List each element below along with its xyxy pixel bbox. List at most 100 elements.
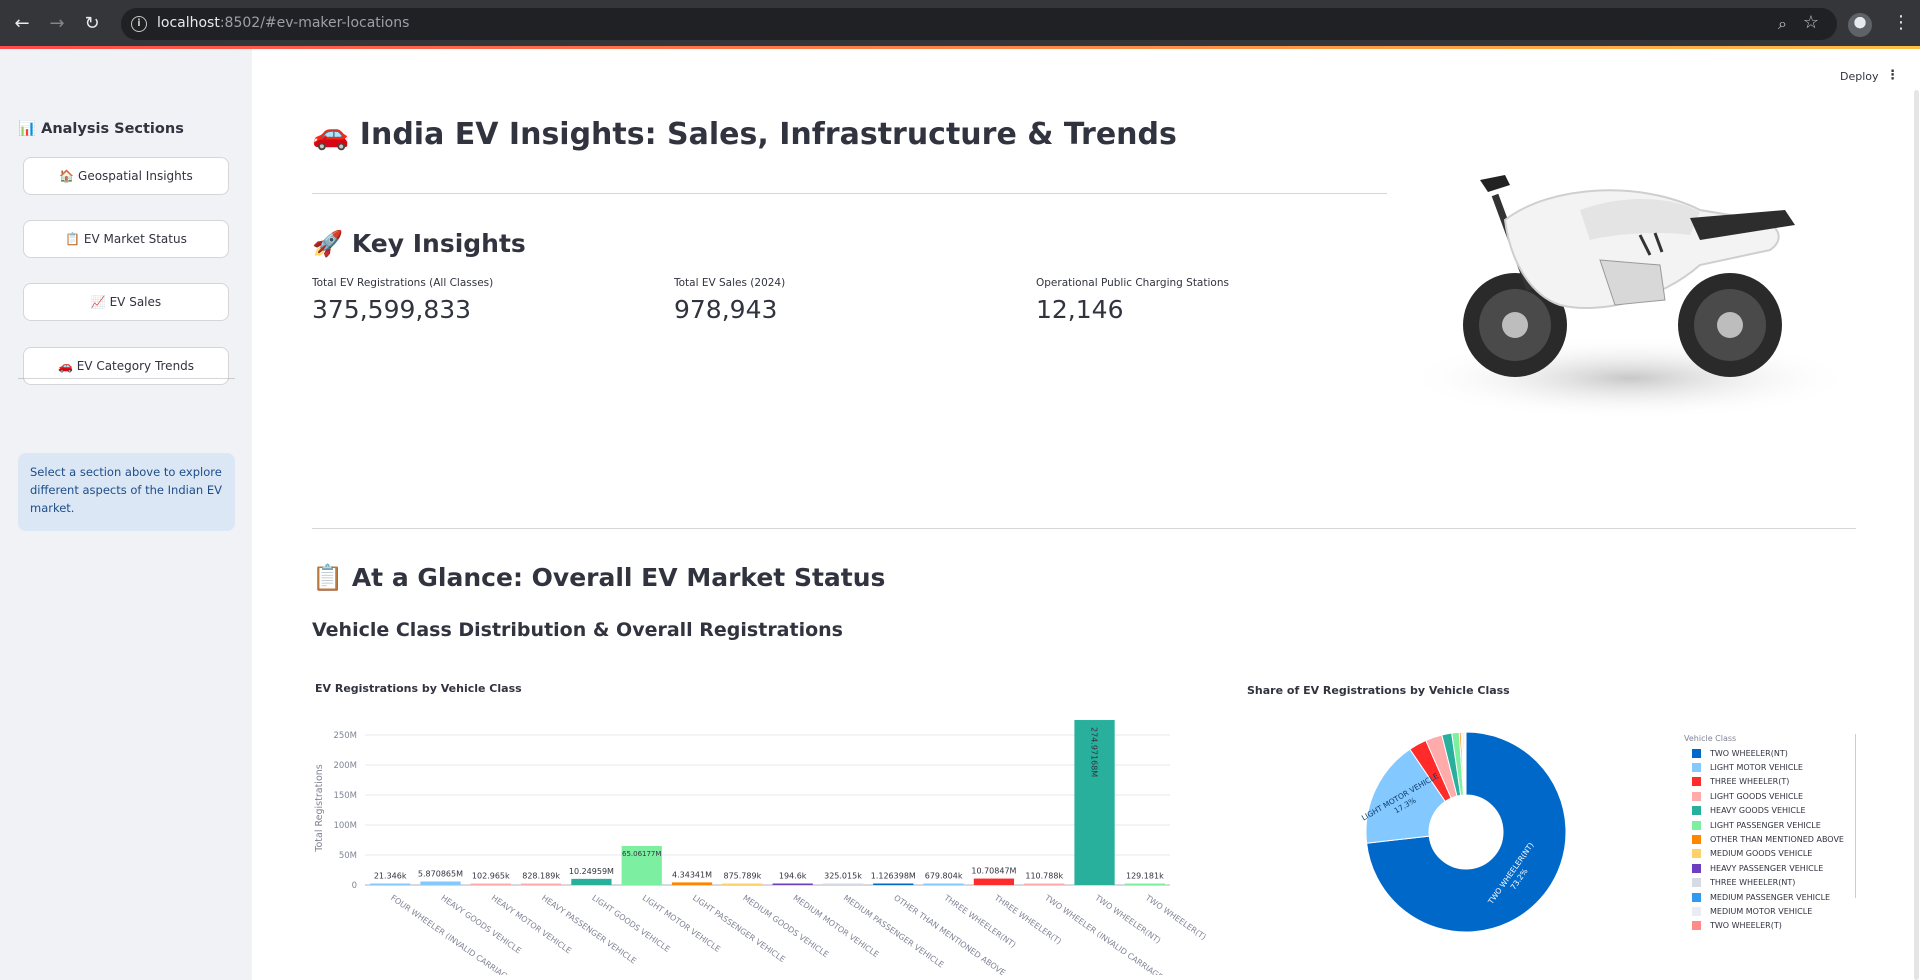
donut-chart[interactable]: TWO WHEELER(NT)73.2%LIGHT MOTOR VEHICLE1… — [1350, 720, 1590, 960]
y-axis-label: Total Registrations — [314, 764, 325, 852]
bar-data-label: 679.804k — [925, 872, 963, 881]
metric-label: Total EV Sales (2024) — [674, 277, 785, 289]
bar-data-label: 10.24959M — [569, 867, 614, 876]
legend-swatch — [1692, 893, 1701, 902]
legend-label: HEAVY GOODS VEHICLE — [1710, 806, 1806, 815]
y-tick-label: 100M — [333, 821, 357, 831]
sidebar: 📊 Analysis Sections 🏠 Geospatial Insight… — [0, 49, 252, 980]
bar-data-label: 10.70847M — [971, 867, 1016, 876]
title-divider — [312, 193, 1387, 194]
zoom-icon[interactable]: ⌕ — [1778, 14, 1787, 34]
x-tick-label: HEAVY PASSENGER VEHICLE — [540, 893, 638, 965]
bar-data-label: 1.126398M — [871, 872, 916, 881]
legend-label: LIGHT GOODS VEHICLE — [1710, 792, 1803, 801]
legend-item[interactable]: THREE WHEELER(T) — [1684, 775, 1855, 789]
legend-label: MEDIUM PASSENGER VEHICLE — [1710, 893, 1830, 902]
legend-item[interactable]: MEDIUM PASSENGER VEHICLE — [1684, 890, 1855, 904]
legend-item[interactable]: TWO WHEELER(NT) — [1684, 746, 1855, 760]
bar[interactable] — [672, 882, 712, 885]
x-tick-label: MEDIUM PASSENGER VEHICLE — [842, 893, 946, 969]
bar-data-label: 65.06177M — [622, 850, 661, 858]
legend-item[interactable]: LIGHT GOODS VEHICLE — [1684, 789, 1855, 803]
legend-swatch — [1692, 792, 1701, 801]
bar[interactable] — [571, 879, 611, 885]
bar[interactable] — [923, 884, 963, 886]
browser-toolbar: ← → ↻ i localhost:8502/#ev-maker-locatio… — [0, 0, 1920, 49]
bar[interactable] — [873, 884, 913, 886]
address-bar[interactable]: i localhost:8502/#ev-maker-locations ⌕ ☆ — [121, 8, 1837, 40]
x-tick-label: MEDIUM MOTOR VEHICLE — [792, 893, 881, 959]
key-insights-heading: 🚀 Key Insights — [312, 229, 526, 259]
forward-icon[interactable]: → — [45, 12, 69, 36]
legend-swatch — [1692, 806, 1701, 815]
legend-item[interactable]: TWO WHEELER(T) — [1684, 919, 1855, 933]
bar[interactable] — [823, 884, 863, 886]
legend-item[interactable]: OTHER THAN MENTIONED ABOVE — [1684, 832, 1855, 846]
legend-title: Vehicle Class — [1684, 734, 1855, 743]
bar-chart[interactable]: Total Registrations 050M100M150M200M250M… — [310, 720, 1250, 975]
geospatial-insights-button[interactable]: 🏠 Geospatial Insights — [23, 157, 229, 195]
bar[interactable] — [1024, 884, 1064, 886]
main-menu-icon[interactable]: ⋮ — [1886, 68, 1899, 83]
bar[interactable] — [521, 884, 561, 886]
bar[interactable] — [1125, 884, 1165, 886]
bar-data-label: 828.189k — [522, 872, 560, 881]
x-tick-label: HEAVY GOODS VEHICLE — [439, 893, 522, 955]
bar[interactable] — [471, 884, 511, 886]
ev-category-trends-button[interactable]: 🚗 EV Category Trends — [23, 347, 229, 385]
vehicle-class-subheading: Vehicle Class Distribution & Overall Reg… — [312, 619, 843, 641]
bar[interactable] — [420, 881, 460, 885]
metric-total-sales: Total EV Sales (2024) 978,943 — [674, 277, 785, 324]
deploy-button[interactable]: Deploy — [1840, 70, 1879, 83]
metric-charging-stations: Operational Public Charging Stations 12,… — [1036, 277, 1229, 324]
bookmark-star-icon[interactable]: ☆ — [1803, 12, 1819, 33]
site-info-icon[interactable]: i — [131, 16, 147, 32]
reload-icon[interactable]: ↻ — [80, 12, 104, 36]
ev-market-status-button[interactable]: 📋 EV Market Status — [23, 220, 229, 258]
bar-data-label: 5.870865M — [418, 869, 463, 878]
legend-swatch — [1692, 749, 1701, 758]
back-icon[interactable]: ← — [10, 12, 34, 36]
bar[interactable] — [974, 879, 1014, 885]
bar[interactable] — [722, 884, 762, 886]
metric-label: Operational Public Charging Stations — [1036, 277, 1229, 289]
y-tick-label: 0 — [352, 881, 357, 891]
sidebar-divider — [18, 378, 235, 379]
metric-value: 978,943 — [674, 295, 785, 324]
metric-total-registrations: Total EV Registrations (All Classes) 375… — [312, 277, 493, 324]
metric-value: 375,599,833 — [312, 295, 493, 324]
bar-data-label: 274.97168M — [1090, 727, 1099, 777]
bar[interactable] — [773, 884, 813, 886]
legend-swatch — [1692, 907, 1701, 916]
metric-value: 12,146 — [1036, 295, 1229, 324]
bar-data-label: 875.789k — [723, 872, 761, 881]
legend-label: LIGHT MOTOR VEHICLE — [1710, 763, 1803, 772]
sidebar-info-box: Select a section above to explore differ… — [18, 453, 235, 531]
legend-item[interactable]: MEDIUM MOTOR VEHICLE — [1684, 904, 1855, 918]
legend-item[interactable]: HEAVY PASSENGER VEHICLE — [1684, 861, 1855, 875]
url-text[interactable]: localhost:8502/#ev-maker-locations — [157, 15, 409, 31]
legend-item[interactable]: THREE WHEELER(NT) — [1684, 876, 1855, 890]
browser-menu-icon[interactable]: ⋮ — [1892, 12, 1910, 33]
bar-chart-title: EV Registrations by Vehicle Class — [315, 682, 522, 695]
legend-swatch — [1692, 864, 1701, 873]
legend-label: HEAVY PASSENGER VEHICLE — [1710, 864, 1823, 873]
bar-data-label: 194.6k — [779, 872, 807, 881]
legend-item[interactable]: HEAVY GOODS VEHICLE — [1684, 804, 1855, 818]
sidebar-title: 📊 Analysis Sections — [18, 120, 184, 137]
legend-label: LIGHT PASSENGER VEHICLE — [1710, 821, 1821, 830]
legend-item[interactable]: LIGHT MOTOR VEHICLE — [1684, 760, 1855, 774]
legend-swatch — [1692, 821, 1701, 830]
legend-item[interactable]: LIGHT PASSENGER VEHICLE — [1684, 818, 1855, 832]
pie-chart-title: Share of EV Registrations by Vehicle Cla… — [1247, 684, 1510, 697]
ev-sales-button[interactable]: 📈 EV Sales — [23, 283, 229, 321]
y-tick-label: 50M — [339, 851, 357, 861]
legend-item[interactable]: MEDIUM GOODS VEHICLE — [1684, 847, 1855, 861]
scrollbar[interactable] — [1914, 90, 1919, 980]
legend-label: MEDIUM MOTOR VEHICLE — [1710, 907, 1812, 916]
metric-label: Total EV Registrations (All Classes) — [312, 277, 493, 289]
bar[interactable] — [370, 884, 410, 886]
profile-avatar[interactable] — [1848, 13, 1872, 37]
legend-label: THREE WHEELER(T) — [1710, 777, 1789, 786]
bar-data-label: 110.788k — [1025, 872, 1063, 881]
